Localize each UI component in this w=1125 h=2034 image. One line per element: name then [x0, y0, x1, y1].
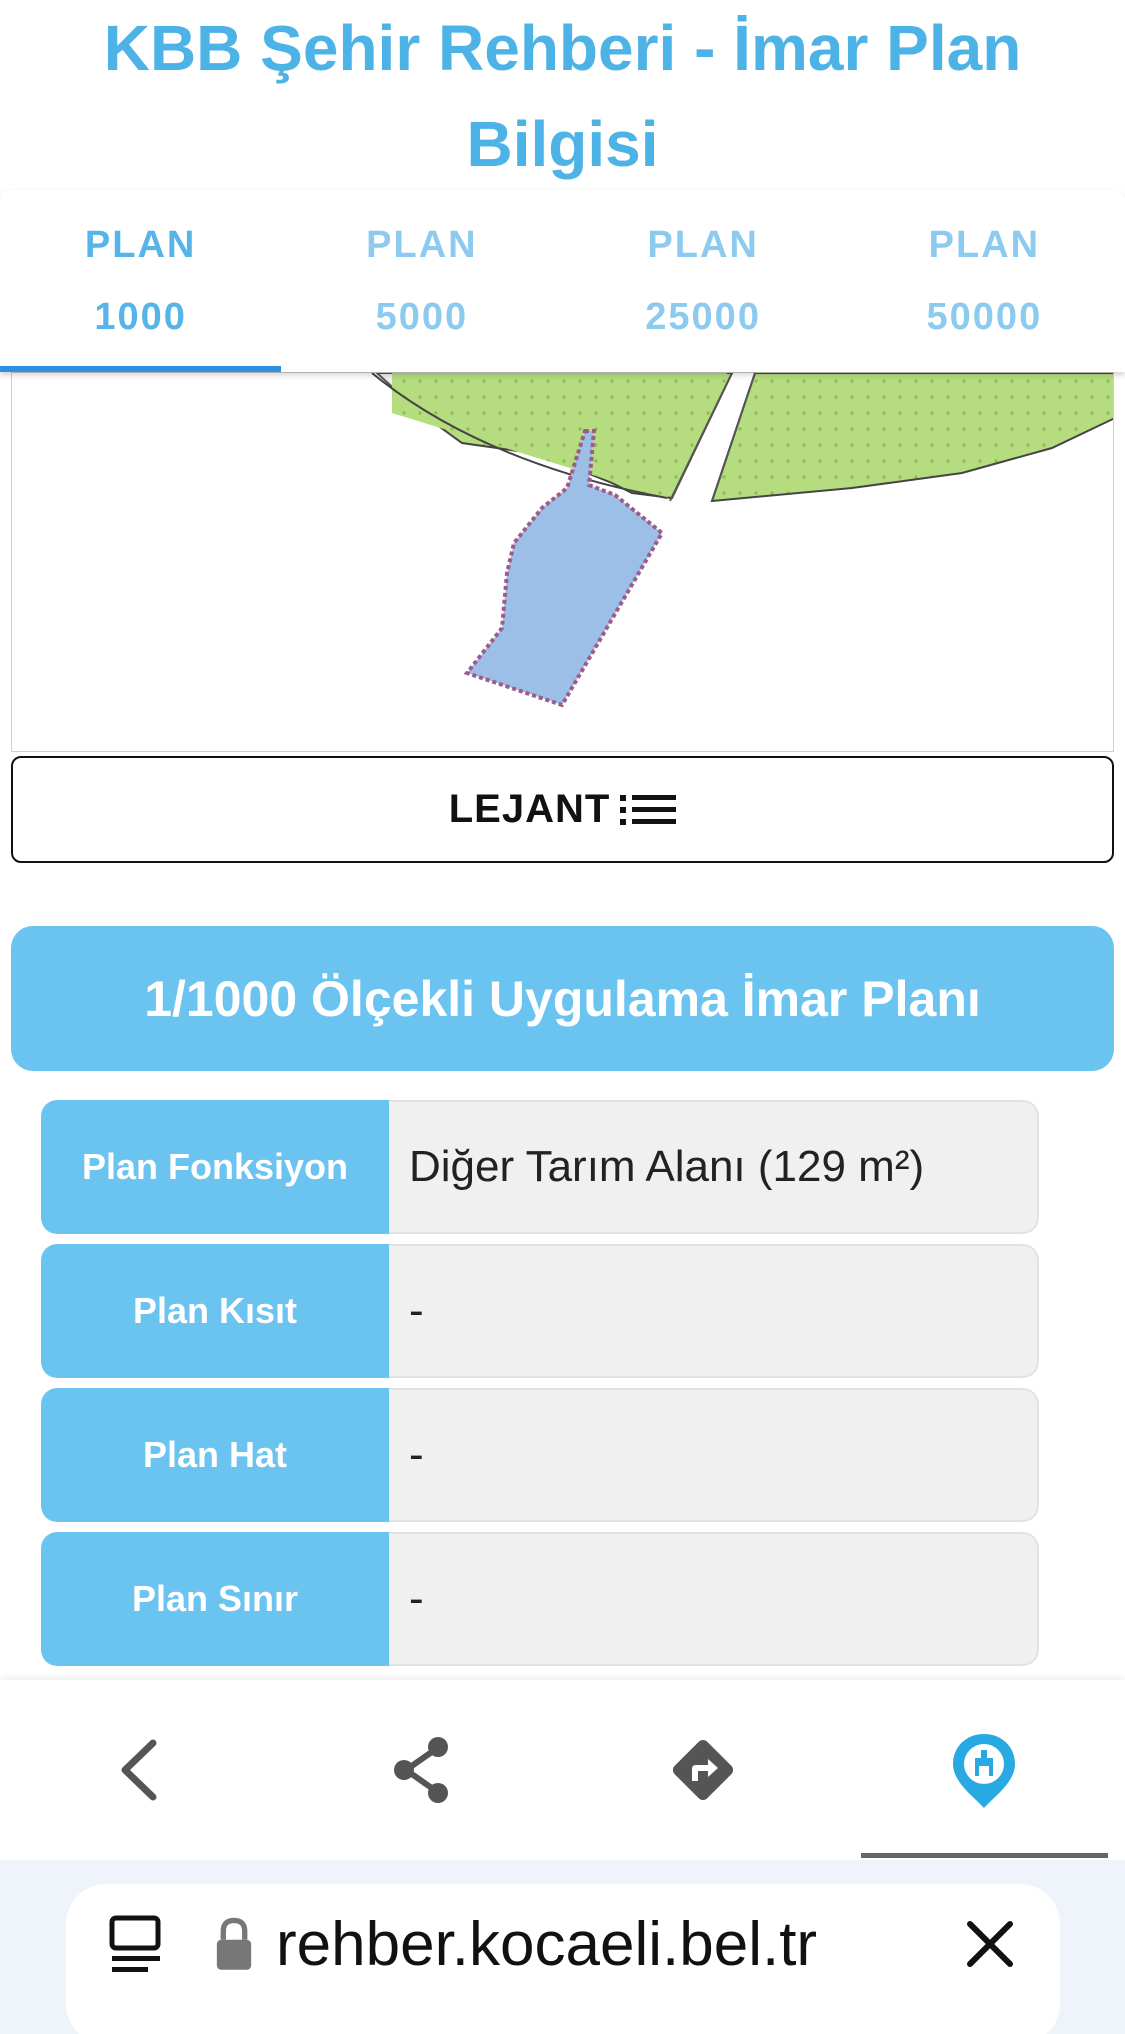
- plan-section-header: 1/1000 Ölçekli Uygulama İmar Planı: [11, 926, 1114, 1071]
- city-logo-icon: [953, 1734, 1016, 1808]
- tab-label-line1: PLAN: [928, 224, 1041, 266]
- tab-label-line2: 25000: [645, 296, 761, 338]
- info-label: Plan Fonksiyon: [41, 1100, 389, 1234]
- tab-label-line1: PLAN: [84, 224, 197, 266]
- browser-chrome: rehber.kocaeli.bel.tr: [0, 1860, 1125, 2034]
- page-title: KBB Şehir Rehberi - İmar Plan Bilgisi: [103, 12, 1022, 180]
- plan-map[interactable]: [11, 372, 1114, 752]
- share-icon: [393, 1737, 448, 1803]
- directions-icon: [673, 1739, 734, 1801]
- info-label: Plan Hat: [41, 1388, 389, 1522]
- info-value: -: [389, 1388, 1039, 1522]
- tabs-menu-icon[interactable]: [106, 1912, 166, 1976]
- bottom-toolbar: [0, 1680, 1125, 1860]
- info-row-plan-kisit: Plan Kısıt -: [41, 1244, 1039, 1378]
- tab-plan-50000[interactable]: PLAN 50000: [844, 190, 1125, 372]
- legend-button[interactable]: LEJANT: [11, 756, 1114, 863]
- list-icon: [620, 794, 677, 825]
- info-value: -: [389, 1532, 1039, 1666]
- address-bar[interactable]: rehber.kocaeli.bel.tr: [66, 1884, 1060, 2034]
- tab-label-line2: 1000: [94, 296, 187, 338]
- tab-plan-5000[interactable]: PLAN 5000: [281, 190, 562, 372]
- tab-label-line2: 5000: [375, 296, 469, 338]
- tab-label-line1: PLAN: [647, 224, 759, 266]
- info-label: Plan Kısıt: [41, 1244, 389, 1378]
- directions-button[interactable]: [563, 1680, 844, 1860]
- tab-label-line1: PLAN: [366, 224, 478, 266]
- info-row-plan-sinir: Plan Sınır -: [41, 1532, 1039, 1666]
- info-value: -: [389, 1244, 1039, 1378]
- info-row-plan-hat: Plan Hat -: [41, 1388, 1039, 1522]
- map-green-area-right: [710, 373, 1113, 503]
- tab-plan-1000[interactable]: PLAN 1000: [0, 190, 282, 372]
- close-icon[interactable]: [960, 1914, 1020, 1974]
- tab-plan-25000[interactable]: PLAN 25000: [563, 190, 844, 372]
- back-button[interactable]: [0, 1680, 281, 1860]
- info-value: Diğer Tarım Alanı (129 m²): [389, 1100, 1039, 1234]
- map-canvas: [371, 373, 1113, 708]
- plan-scale-tabs: PLAN 1000 PLAN 5000 PLAN 25000 PLAN 5000…: [0, 190, 1125, 372]
- info-row-plan-fonksiyon: Plan Fonksiyon Diğer Tarım Alanı (129 m²…: [41, 1100, 1039, 1234]
- share-button[interactable]: [281, 1680, 562, 1860]
- info-label: Plan Sınır: [41, 1532, 389, 1666]
- back-icon: [121, 1739, 157, 1801]
- city-guide-button[interactable]: [844, 1680, 1125, 1860]
- legend-label: LEJANT: [448, 787, 611, 831]
- url-text: rehber.kocaeli.bel.tr: [276, 1909, 818, 1979]
- lock-icon: [216, 1917, 252, 1970]
- tab-label-line2: 50000: [926, 296, 1043, 338]
